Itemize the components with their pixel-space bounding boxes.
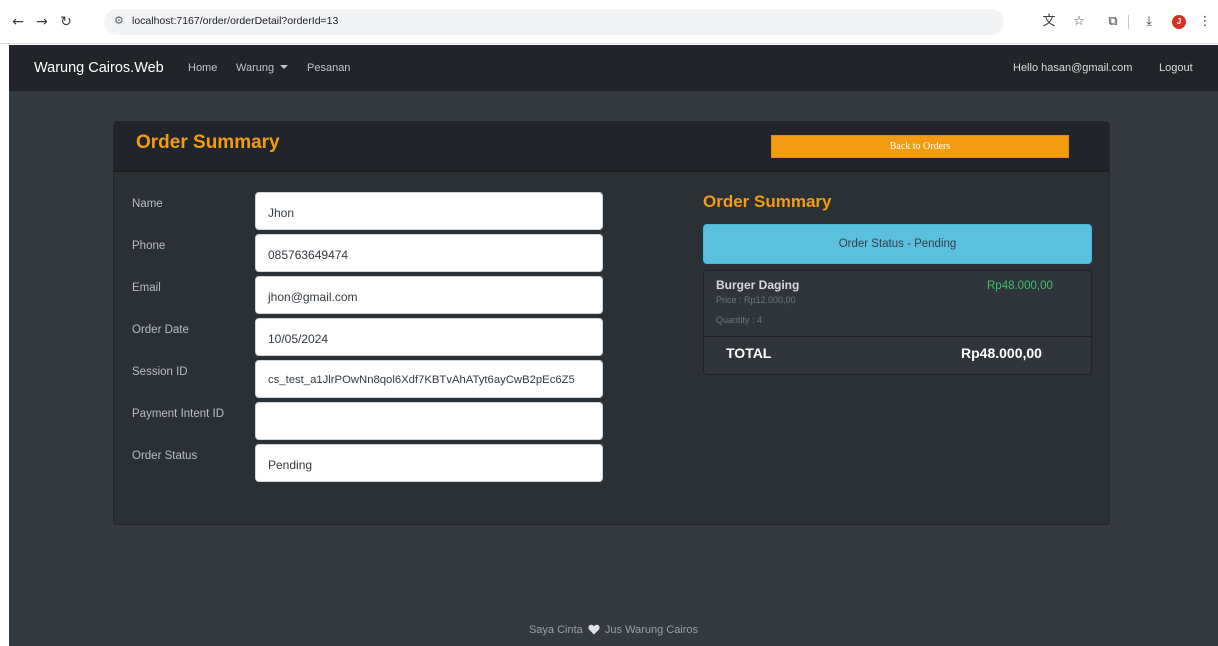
browser-toolbar: ← → ↻ ⚙ localhost:7167/order/orderDetail…: [0, 0, 1218, 44]
nav-pesanan[interactable]: Pesanan: [307, 62, 350, 74]
order-card: Order Summary Back to Orders Name Jhon P…: [113, 121, 1110, 525]
name-field[interactable]: Jhon: [255, 192, 603, 230]
order-date-field[interactable]: 10/05/2024: [255, 318, 603, 356]
brand-link[interactable]: Warung Cairos.Web: [34, 60, 164, 76]
order-items-list: Burger Daging Price : Rp12.000,00 Quanti…: [703, 270, 1092, 375]
order-date-label: Order Date: [132, 324, 189, 336]
card-header: Order Summary Back to Orders: [114, 122, 1109, 172]
item-price: Price : Rp12.000,00: [716, 295, 796, 305]
back-arrow-icon[interactable]: ←: [10, 14, 26, 30]
navbar: Warung Cairos.Web Home Warung Pesanan He…: [9, 45, 1218, 91]
item-total: Rp48.000,00: [987, 280, 1053, 292]
translate-icon[interactable]: 文: [1040, 13, 1058, 31]
caret-down-icon: [280, 65, 289, 69]
app-page: Warung Cairos.Web Home Warung Pesanan He…: [9, 45, 1218, 646]
email-field[interactable]: jhon@gmail.com: [255, 276, 603, 314]
nav-warung-dropdown[interactable]: Warung: [236, 62, 289, 74]
email-label: Email: [132, 282, 161, 294]
back-to-orders-button[interactable]: Back to Orders: [771, 135, 1069, 158]
extensions-icon[interactable]: ⧉: [1104, 13, 1122, 31]
name-label: Name: [132, 198, 163, 210]
payment-intent-id-label: Payment Intent ID: [132, 408, 225, 420]
toolbar-divider: [1128, 15, 1129, 29]
payment-intent-id-field[interactable]: [255, 402, 603, 440]
order-status-banner: Order Status - Pending: [703, 224, 1092, 264]
total-value: Rp48.000,00: [961, 345, 1042, 361]
nav-warung-label: Warung: [236, 62, 275, 74]
profile-avatar[interactable]: J: [1172, 15, 1186, 29]
order-status-field[interactable]: Pending: [255, 444, 603, 482]
download-icon[interactable]: ⤓: [1140, 13, 1158, 31]
session-id-field[interactable]: cs_test_a1JlrPOwNn8qol6Xdf7KBTvAhATyt6ay…: [255, 360, 603, 398]
total-label: TOTAL: [726, 345, 772, 361]
logout-link[interactable]: Logout: [1159, 62, 1193, 74]
phone-field[interactable]: 085763649474: [255, 234, 603, 272]
summary-title: Order Summary: [703, 192, 832, 211]
session-id-label: Session ID: [132, 366, 188, 378]
footer-text-before: Saya Cinta: [528, 624, 583, 636]
forward-arrow-icon[interactable]: →: [34, 14, 50, 30]
order-status-label: Order Status: [132, 450, 198, 462]
page-title: Order Summary: [136, 132, 280, 153]
footer-text-after: Jus Warung Cairos: [604, 624, 699, 636]
browser-menu-icon[interactable]: ⋮: [1196, 13, 1214, 31]
reload-icon[interactable]: ↻: [58, 14, 74, 30]
address-bar[interactable]: ⚙ localhost:7167/order/orderDetail?order…: [104, 9, 1004, 35]
bookmark-star-icon[interactable]: ☆: [1070, 13, 1088, 31]
total-divider: [704, 336, 1091, 337]
site-settings-icon[interactable]: ⚙: [114, 14, 124, 27]
url-text[interactable]: localhost:7167/order/orderDetail?orderId…: [132, 15, 338, 27]
footer: Saya Cinta Jus Warung Cairos: [9, 624, 1218, 638]
nav-home[interactable]: Home: [188, 62, 217, 74]
user-greeting[interactable]: Hello hasan@gmail.com: [1013, 62, 1132, 74]
item-name: Burger Daging: [716, 278, 800, 292]
heart-icon: [588, 624, 600, 638]
phone-label: Phone: [132, 240, 166, 252]
item-quantity: Quantity : 4: [716, 315, 763, 325]
